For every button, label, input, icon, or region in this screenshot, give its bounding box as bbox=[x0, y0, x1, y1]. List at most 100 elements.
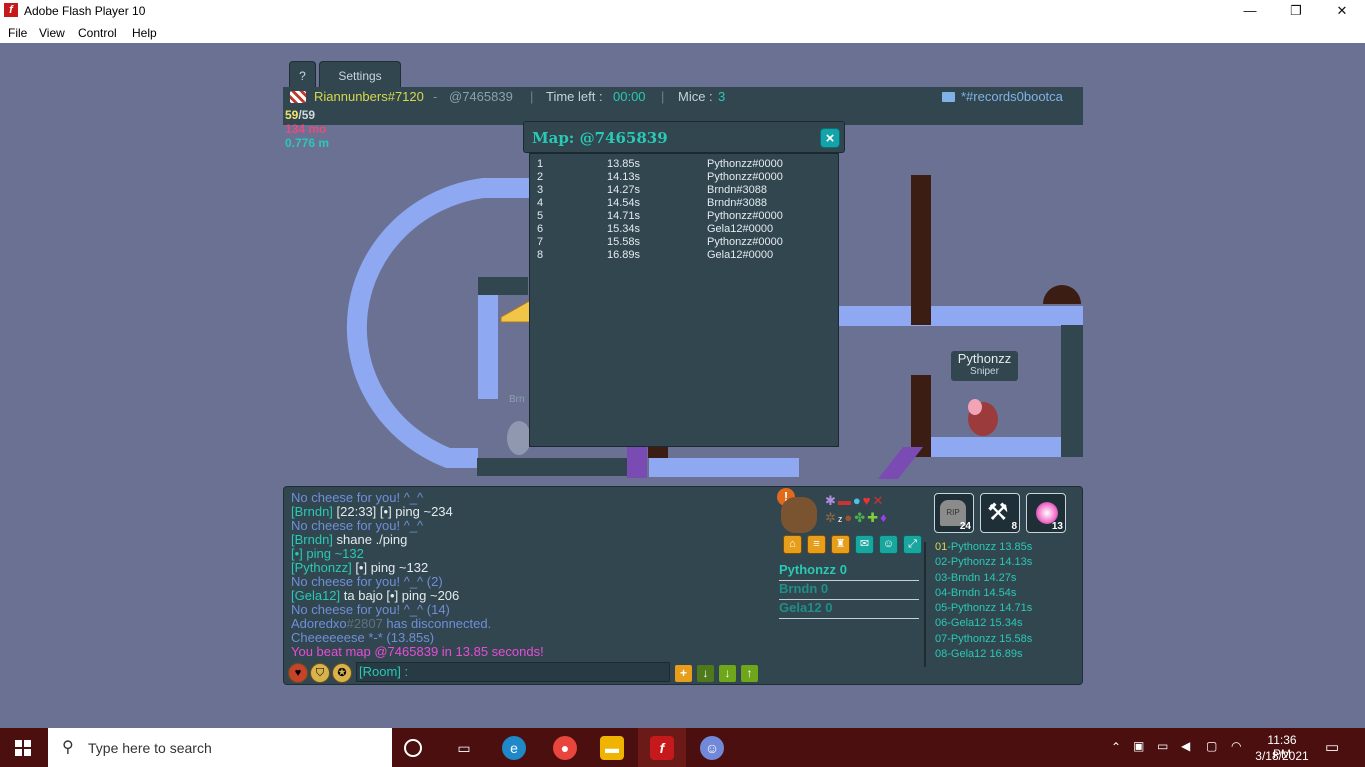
windows-start-icon[interactable] bbox=[15, 740, 31, 756]
chat-segment: has disconnected. bbox=[382, 616, 492, 631]
energy-orb-card[interactable]: 13 bbox=[1026, 493, 1066, 533]
acorn-icon: ● bbox=[844, 510, 855, 525]
settings-tab[interactable]: Settings bbox=[319, 61, 401, 87]
chat-segment: [Brndn] bbox=[291, 504, 333, 519]
chat-bubble-icon[interactable]: ✉ bbox=[855, 535, 874, 554]
discord-taskbar-icon[interactable]: ☺ bbox=[700, 736, 724, 760]
chat-segment: [•] ping ~132 bbox=[351, 560, 429, 575]
purple-block bbox=[627, 443, 647, 478]
heart-button-icon[interactable]: ♥ bbox=[288, 663, 308, 683]
arrow-down-icon[interactable]: ↓ bbox=[697, 665, 714, 682]
chat-line: [Brndn] shane ./ping bbox=[291, 533, 544, 547]
ground-block bbox=[478, 277, 528, 295]
record-rank: 8 bbox=[537, 249, 544, 261]
menu-control[interactable]: Control bbox=[78, 26, 117, 40]
room-flag-icon bbox=[942, 92, 955, 102]
best-time-rank: 04 bbox=[935, 586, 948, 599]
cortana-icon[interactable] bbox=[404, 739, 422, 757]
chevron-up-icon[interactable]: ⌃ bbox=[1111, 740, 1121, 754]
best-time-rank: 06 bbox=[935, 617, 948, 630]
chrome-icon[interactable]: ● bbox=[553, 736, 577, 760]
record-time: 14.27s bbox=[607, 184, 641, 196]
chat-line: No cheese for you! ^_^ bbox=[291, 491, 544, 505]
shop-icon[interactable]: ♜ bbox=[831, 535, 850, 554]
title-bar: f Adobe Flash Player 10 — ❐ ✕ bbox=[0, 0, 1365, 22]
hammer-card[interactable]: ⚒ 8 bbox=[980, 493, 1020, 533]
record-rank: 2 bbox=[537, 171, 544, 183]
record-player: Pythonzz#0000 bbox=[707, 236, 783, 248]
chat-line: [Pythonzz] [•] ping ~132 bbox=[291, 561, 544, 575]
game-stage: ? Settings Riannunbers#7120 - @7465839 |… bbox=[0, 43, 1365, 728]
mouse-avatar[interactable] bbox=[781, 497, 817, 533]
display-icon[interactable]: ▢ bbox=[1206, 739, 1217, 753]
close-window-button[interactable]: ✕ bbox=[1319, 0, 1365, 22]
menu-view[interactable]: View bbox=[39, 26, 65, 40]
record-player: Gela12#0000 bbox=[707, 249, 774, 261]
add-button-icon[interactable]: + bbox=[675, 665, 692, 682]
tombstone-card[interactable]: RIP 24 bbox=[934, 493, 974, 533]
chat-line: You beat map @7465839 in 13.85 seconds! bbox=[291, 645, 544, 659]
record-rank: 4 bbox=[537, 197, 544, 209]
chat-segment: [Gela12] bbox=[291, 588, 341, 603]
best-time-row: 08-Gela12 16.89s bbox=[935, 647, 1032, 662]
record-rank: 3 bbox=[537, 184, 544, 196]
meet-now-icon[interactable]: ▣ bbox=[1133, 739, 1144, 753]
right-wall bbox=[1061, 325, 1083, 457]
records-list: 1 13.85s Pythonzz#0000 2 14.13s Pythonzz#0000… bbox=[529, 153, 839, 447]
room-name[interactable]: *#records0bootca bbox=[961, 87, 1063, 107]
best-time-entry: -Pythonzz 13.85s bbox=[947, 541, 1033, 553]
task-view-icon[interactable]: ▭ bbox=[452, 736, 476, 760]
arrow-up-icon[interactable]: ↑ bbox=[741, 665, 758, 682]
flash-player-taskbar-button[interactable]: f bbox=[638, 728, 686, 767]
maximize-button[interactable]: ❐ bbox=[1273, 0, 1319, 22]
chat-input[interactable]: [Room] : bbox=[356, 662, 670, 682]
arrow-down-icon[interactable]: ↓ bbox=[719, 665, 736, 682]
cheese-badge-button-icon[interactable]: ✪ bbox=[332, 663, 352, 683]
popup-close-button[interactable]: × bbox=[820, 128, 840, 148]
chat-line: Adoredxo#2807 has disconnected. bbox=[291, 617, 544, 631]
best-time-entry: -Pythonzz 15.58s bbox=[947, 632, 1033, 645]
clock-date[interactable]: 3/18/2021 bbox=[1254, 749, 1310, 763]
flash-player-icon: f bbox=[650, 736, 674, 760]
shield-button-icon[interactable]: ⛉ bbox=[310, 663, 330, 683]
record-rank: 5 bbox=[537, 210, 544, 222]
menu-file[interactable]: File bbox=[8, 26, 27, 40]
hud-bar: Riannunbers#7120 - @7465839 | Time left … bbox=[283, 87, 1083, 107]
flash-logo-icon: f bbox=[4, 3, 18, 17]
list-icon[interactable]: ≡ bbox=[807, 535, 826, 554]
home-icon[interactable]: ⌂ bbox=[783, 535, 802, 554]
player-name: Riannunbers#7120 bbox=[314, 89, 424, 104]
record-player: Brndn#3088 bbox=[707, 184, 767, 196]
spider-icon: ✱ bbox=[825, 493, 838, 508]
taskbar: ⚲ Type here to search ▭ e ● ▬ f ☺ ⌃ ▣ ▭ … bbox=[0, 728, 1365, 767]
bottom-panel: No cheese for you! ^_^ [Brndn] [22:33] [•… bbox=[283, 486, 1083, 685]
crystal-icon: ♦ bbox=[880, 510, 889, 525]
chat-segment: #2807 bbox=[346, 616, 383, 631]
menu-help[interactable]: Help bbox=[132, 26, 157, 40]
edge-icon[interactable]: e bbox=[502, 736, 526, 760]
volume-icon[interactable]: ◀ bbox=[1181, 739, 1190, 753]
best-time-row: 06-Gela12 15.34s bbox=[935, 616, 1032, 631]
record-player: Pythonzz#0000 bbox=[707, 171, 783, 183]
platform-pillar bbox=[478, 295, 498, 399]
map-records-popup: Map: @7465839 × 1 13.85s Pythonzz#0000 2 14.… bbox=[523, 121, 845, 447]
fullscreen-icon[interactable]: ⤢ bbox=[903, 535, 922, 554]
chat-line: [•] ping ~132 bbox=[291, 547, 544, 561]
minimize-button[interactable]: — bbox=[1227, 0, 1273, 22]
window-title: Adobe Flash Player 10 bbox=[24, 4, 146, 18]
player-nametag: Pythonzz Sniper bbox=[951, 351, 1018, 381]
chat-segment: ta bajo [•] ping ~206 bbox=[340, 588, 460, 603]
inventory-items: ✱▬●♥✕ ✲z●✤✚♦ bbox=[825, 492, 923, 528]
notification-icon[interactable]: ▭ bbox=[1325, 738, 1339, 756]
file-explorer-icon[interactable]: ▬ bbox=[600, 736, 624, 760]
wifi-icon[interactable]: ◠ bbox=[1231, 739, 1241, 753]
help-tab[interactable]: ? bbox=[289, 61, 316, 87]
discord-icon[interactable]: ☺ bbox=[879, 535, 898, 554]
record-player: Pythonzz#0000 bbox=[707, 210, 783, 222]
chat-segment: Cheeeeeese *-* (13.85s) bbox=[291, 630, 435, 645]
battery-icon[interactable]: ▭ bbox=[1157, 739, 1168, 753]
best-time-row: 02-Pythonzz 14.13s bbox=[935, 555, 1032, 570]
taskbar-search[interactable]: ⚲ Type here to search bbox=[48, 728, 392, 767]
wood-wall-upper bbox=[911, 175, 931, 325]
best-time-row: 03-Brndn 14.27s bbox=[935, 571, 1032, 586]
